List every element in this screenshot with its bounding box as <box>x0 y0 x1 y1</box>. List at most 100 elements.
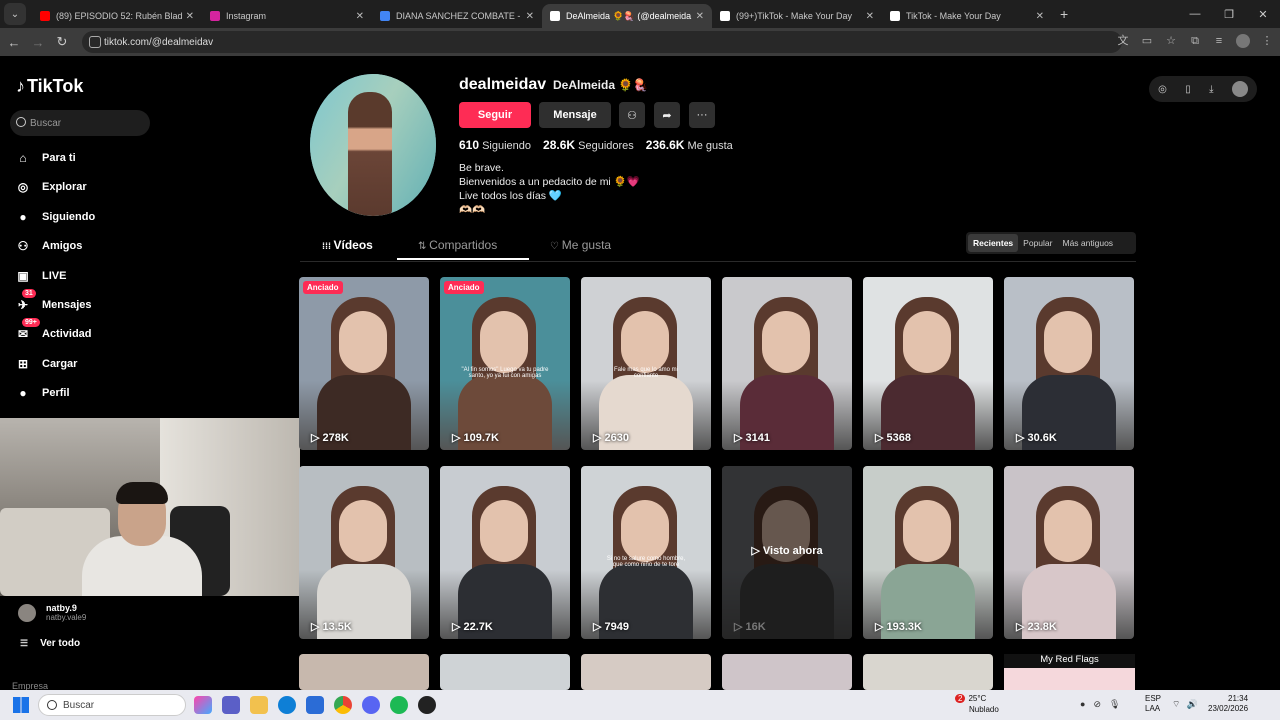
store-icon[interactable] <box>306 696 324 714</box>
video-card[interactable]: ▷ 193.3K <box>863 466 993 639</box>
network-off-icon[interactable]: ⊘ <box>1093 699 1101 710</box>
browser-tab[interactable]: DeAlmeida 🌻🪼 (@dealmeida ✕ <box>542 4 712 28</box>
share-icon[interactable]: ➦ <box>654 102 680 128</box>
sidebar-item-explorar[interactable]: ◎ Explorar <box>14 175 154 199</box>
sidebar-item-mensajes[interactable]: ✈ Mensajes 31 <box>14 289 154 317</box>
extensions-icon[interactable]: ⧉ <box>1188 34 1202 48</box>
sort-popular[interactable]: Popular <box>1018 234 1057 252</box>
obs-icon[interactable] <box>418 696 436 714</box>
sidebar-item-live[interactable]: ▣ LIVE <box>14 264 154 288</box>
sidebar-search-input[interactable]: Buscar <box>10 110 150 136</box>
wifi-icon[interactable]: ⌔ <box>1172 699 1180 710</box>
browser-avatar[interactable] <box>1236 34 1250 48</box>
video-card[interactable]: ▷ 23.8K <box>1004 466 1134 639</box>
sidebar-item-siguiendo[interactable]: ● Siguiendo <box>14 205 154 229</box>
browser-tab[interactable]: (99+)TikTok - Make Your Day ✕ <box>712 4 882 28</box>
stat-following[interactable]: 610 Siguiendo <box>459 138 531 152</box>
see-all-link[interactable]: ☰ Ver todo <box>20 638 80 649</box>
stat-followers[interactable]: 28.6K Seguidores <box>543 138 634 152</box>
discord-icon[interactable] <box>362 696 380 714</box>
video-card[interactable]: ▷ Visto ahora ▷ 16K <box>722 466 852 639</box>
video-card[interactable] <box>863 654 993 690</box>
tiktok-logo[interactable]: ♪ TikTok <box>16 76 83 97</box>
site-info-icon[interactable] <box>89 36 101 48</box>
video-card[interactable]: ▷ 13.5K <box>299 466 429 639</box>
back-icon[interactable]: ← <box>2 35 26 50</box>
browser-tab[interactable]: DIANA SANCHEZ COMBATE - B ✕ <box>372 4 542 28</box>
video-card[interactable]: Fale mas que lo amo mi confiante ▷ 2630 <box>581 277 711 450</box>
taskbar-weather[interactable]: 2 25°C Nublado <box>955 693 999 715</box>
tab-favicon-icon <box>40 11 50 21</box>
file-explorer-icon[interactable] <box>250 696 268 714</box>
video-card[interactable] <box>440 654 570 690</box>
video-card[interactable]: ▷ 3141 <box>722 277 852 450</box>
sidebar-item-para-ti[interactable]: ⌂ Para ti <box>14 146 154 170</box>
forward-icon[interactable]: → <box>26 35 50 50</box>
url-field[interactable]: tiktok.com/@dealmeidav <box>82 31 1122 53</box>
edge-icon[interactable] <box>278 696 296 714</box>
microphone-icon[interactable]: 🎙 <box>1109 699 1120 710</box>
video-card[interactable]: ▷ 30.6K <box>1004 277 1134 450</box>
browser-tab[interactable]: Instagram ✕ <box>202 4 372 28</box>
windows-start-icon[interactable] <box>13 697 29 713</box>
close-tab-icon[interactable]: ✕ <box>696 11 704 22</box>
following-account-item[interactable]: natby.9 natby.vale9 <box>18 603 86 622</box>
video-card[interactable] <box>581 654 711 690</box>
video-card[interactable] <box>299 654 429 690</box>
profile-avatar[interactable] <box>310 74 436 216</box>
tab-liked[interactable]: ♡ Me gusta <box>550 238 611 252</box>
media-icon[interactable]: ≡ <box>1212 34 1226 48</box>
new-tab-button[interactable]: + <box>1060 6 1068 22</box>
sidebar-item-actividad[interactable]: ✉ Actividad 99+ <box>14 318 154 346</box>
minimize-icon[interactable]: — <box>1178 8 1212 20</box>
restore-icon[interactable]: ❐ <box>1212 8 1246 21</box>
video-card[interactable]: ▷ 5368 <box>863 277 993 450</box>
reload-icon[interactable]: ↻ <box>50 34 74 50</box>
close-tab-icon[interactable]: ✕ <box>526 11 534 22</box>
coins-icon[interactable]: ◎ <box>1158 84 1167 95</box>
follow-button[interactable]: Seguir <box>459 102 531 128</box>
sidebar-item-amigos[interactable]: ⚇ Amigos <box>14 234 154 258</box>
spotify-icon[interactable] <box>390 696 408 714</box>
close-window-icon[interactable]: ✕ <box>1246 8 1280 21</box>
keyboard-language[interactable]: ESP LAA <box>1145 694 1161 714</box>
close-tab-icon[interactable]: ✕ <box>1036 11 1044 22</box>
video-card[interactable]: ▷ 22.7K <box>440 466 570 639</box>
device-icon[interactable]: ▯ <box>1185 84 1191 95</box>
play-icon: ▷ <box>734 621 746 633</box>
message-button[interactable]: Mensaje <box>539 102 611 128</box>
more-options-icon[interactable]: ··· <box>689 102 715 128</box>
add-friend-icon[interactable]: ⚇ <box>619 102 645 128</box>
cast-icon[interactable]: ▭ <box>1140 34 1154 48</box>
translate-icon[interactable]: 文 <box>1116 34 1130 48</box>
user-avatar[interactable] <box>1231 81 1248 97</box>
video-card[interactable]: My Red Flags <box>1004 654 1135 690</box>
copilot-icon[interactable] <box>194 696 212 714</box>
video-card[interactable]: "Al fin somos" Luego va tu padre santo, … <box>440 277 570 450</box>
sort-recent[interactable]: Recientes <box>968 234 1019 252</box>
browser-tab[interactable]: TikTok - Make Your Day ✕ <box>882 4 1052 28</box>
sidebar-item-cargar[interactable]: ⊞ Cargar <box>14 352 154 376</box>
volume-icon[interactable]: 🔊 <box>1186 699 1197 710</box>
teams-icon[interactable] <box>222 696 240 714</box>
close-tab-icon[interactable]: ✕ <box>866 11 874 22</box>
video-card[interactable]: Si no te salure como hombre, que como ni… <box>581 466 711 639</box>
taskbar-search-input[interactable]: Buscar <box>38 694 186 716</box>
tab-videos[interactable]: ⁞⁞⁞ Vídeos <box>322 238 373 252</box>
tab-favicon-icon <box>550 11 560 21</box>
video-card[interactable] <box>722 654 852 690</box>
video-card[interactable]: Anciado ▷ 278K <box>299 277 429 450</box>
tab-shared[interactable]: ⇅ Compartidos <box>418 238 497 252</box>
taskbar-clock[interactable]: 21:34 23/02/2026 <box>1208 694 1248 714</box>
chrome-icon[interactable] <box>334 696 352 714</box>
sidebar-item-perfil[interactable]: ● Perfil <box>14 381 154 405</box>
sort-oldest[interactable]: Más antiguos <box>1057 234 1118 252</box>
browser-menu-icon[interactable]: ⋮ <box>1260 34 1274 48</box>
tray-app-icon[interactable]: ● <box>1080 699 1085 710</box>
close-tab-icon[interactable]: ✕ <box>186 11 194 22</box>
bookmark-star-icon[interactable]: ☆ <box>1164 34 1178 48</box>
browser-tab[interactable]: (89) EPISODIO 52: Rubén Blade ✕ <box>32 4 202 28</box>
close-tab-icon[interactable]: ✕ <box>356 11 364 22</box>
download-icon[interactable]: ⤓ <box>1209 84 1213 95</box>
tab-search-menu[interactable]: ⌄ <box>4 3 26 25</box>
